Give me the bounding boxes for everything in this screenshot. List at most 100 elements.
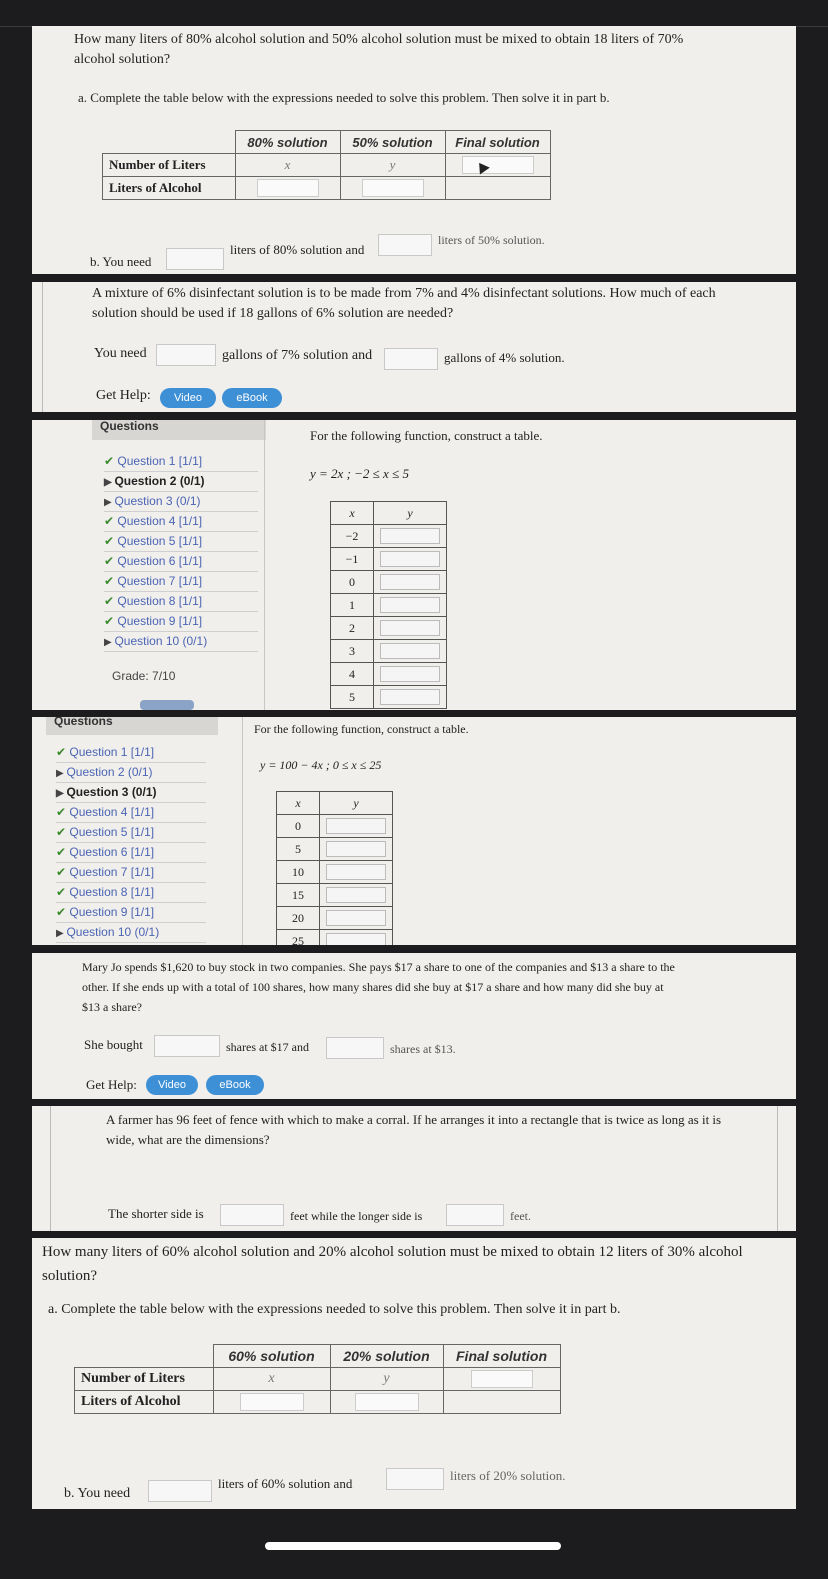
cell-x: x xyxy=(212,1367,331,1391)
answer-suffix: feet. xyxy=(510,1209,531,1223)
problem-panel-7: How many liters of 60% alcohol solution … xyxy=(32,1238,796,1509)
y-input[interactable] xyxy=(319,860,393,884)
y-input[interactable] xyxy=(373,662,447,686)
function-table: x y −2 −1 0 1 2 3 4 5 xyxy=(330,501,447,709)
question-label: Question 10 (0/1) xyxy=(114,634,208,648)
check-answer-button[interactable] xyxy=(140,700,194,710)
y-input[interactable] xyxy=(373,547,447,571)
y-input[interactable] xyxy=(373,685,447,709)
problem-panel-2: A mixture of 6% disinfectant solution is… xyxy=(32,282,796,412)
part-b-prefix: b. You need xyxy=(90,254,152,269)
y-input[interactable] xyxy=(373,570,447,594)
question-link[interactable]: ✔ Question 1 [1/1] xyxy=(104,452,258,472)
y-input[interactable] xyxy=(373,524,447,548)
question-link[interactable]: ✔ Question 9 [1/1] xyxy=(56,903,206,923)
question-link[interactable]: ✔ Question 7 [1/1] xyxy=(104,572,258,592)
table-row: 20 xyxy=(276,906,393,930)
check-icon: ✔ xyxy=(56,805,70,819)
cell-y: y xyxy=(339,153,446,177)
shares-17-input[interactable] xyxy=(154,1035,220,1057)
final-liters-input[interactable] xyxy=(442,1367,561,1391)
question-text: Mary Jo spends $1,620 to buy stock in tw… xyxy=(82,960,675,1014)
y-input[interactable] xyxy=(373,639,447,663)
home-indicator[interactable] xyxy=(265,1542,561,1550)
check-icon: ✔ xyxy=(104,534,118,548)
y-input[interactable] xyxy=(373,593,447,617)
y-input[interactable] xyxy=(319,814,393,838)
check-icon: ✔ xyxy=(104,514,118,528)
question-link[interactable]: ▶ Question 2 (0/1) xyxy=(56,763,206,783)
question-link[interactable]: ▶ Question 3 (0/1) xyxy=(104,492,258,512)
function-text: y = 2x ; −2 ≤ x ≤ 5 xyxy=(310,466,409,481)
question-link[interactable]: ✔ Question 4 [1/1] xyxy=(56,803,206,823)
alcohol-20-input[interactable] xyxy=(329,1390,444,1414)
question-text: A farmer has 96 feet of fence with which… xyxy=(106,1112,722,1147)
question-link[interactable]: ✔ Question 6 [1/1] xyxy=(104,552,258,572)
question-link[interactable]: ✔ Question 7 [1/1] xyxy=(56,863,206,883)
part-b-mid: liters of 60% solution and xyxy=(218,1476,353,1491)
liters-60-input[interactable] xyxy=(148,1480,212,1502)
arrow-icon: ▶ xyxy=(56,928,67,939)
video-button[interactable]: Video xyxy=(160,388,216,408)
question-link[interactable]: ▶ Question 10 (0/1) xyxy=(104,632,258,652)
y-input[interactable] xyxy=(319,929,393,945)
question-label: Question 3 (0/1) xyxy=(66,785,157,799)
question-link[interactable]: ✔ Question 9 [1/1] xyxy=(104,612,258,632)
answer-suffix: gallons of 4% solution. xyxy=(444,350,565,365)
question-label: Question 4 [1/1] xyxy=(69,805,155,819)
check-icon: ✔ xyxy=(56,825,70,839)
question-link[interactable]: ✔ Question 6 [1/1] xyxy=(56,843,206,863)
x-value: −2 xyxy=(330,524,374,548)
arrow-icon: ▶ xyxy=(104,497,115,508)
table-row: 0 xyxy=(276,814,393,838)
question-text: How many liters of 80% alcohol solution … xyxy=(74,32,684,67)
question-label: Question 8 [1/1] xyxy=(117,594,203,608)
liters-20-input[interactable] xyxy=(386,1468,444,1490)
question-link[interactable]: ▶ Question 3 (0/1) xyxy=(56,783,206,803)
liters-50-input[interactable] xyxy=(378,234,432,256)
y-input[interactable] xyxy=(319,883,393,907)
get-help-label: Get Help: xyxy=(86,1077,137,1092)
question-link[interactable]: ✔ Question 1 [1/1] xyxy=(56,743,206,763)
question-link[interactable]: ✔ Question 8 [1/1] xyxy=(104,592,258,612)
liters-80-input[interactable] xyxy=(166,248,224,270)
arrow-icon: ▶ xyxy=(104,637,115,648)
shares-13-input[interactable] xyxy=(326,1037,384,1059)
row-label-alcohol: Liters of Alcohol xyxy=(102,176,236,200)
video-button[interactable]: Video xyxy=(146,1075,198,1095)
divider xyxy=(264,420,265,710)
alcohol-50-input[interactable] xyxy=(339,176,446,200)
question-link[interactable]: ✔ Question 5 [1/1] xyxy=(56,823,206,843)
final-liters-input[interactable] xyxy=(444,153,551,177)
ebook-button[interactable]: eBook xyxy=(222,388,282,408)
question-link[interactable]: ✔ Question 4 [1/1] xyxy=(104,512,258,532)
answer-prefix: You need xyxy=(94,346,147,361)
answer-mid: feet while the longer side is xyxy=(290,1209,423,1223)
gallons-7-input[interactable] xyxy=(156,344,216,366)
question-label: Question 1 [1/1] xyxy=(69,745,155,759)
grade-label: Grade: 7/10 xyxy=(112,669,176,683)
alcohol-60-input[interactable] xyxy=(212,1390,331,1414)
ebook-button[interactable]: eBook xyxy=(206,1075,264,1095)
question-label: Question 8 [1/1] xyxy=(69,885,155,899)
shorter-side-input[interactable] xyxy=(220,1204,284,1226)
x-value: 15 xyxy=(276,883,320,907)
check-icon: ✔ xyxy=(104,574,118,588)
gallons-4-input[interactable] xyxy=(384,348,438,370)
check-icon: ✔ xyxy=(56,905,70,919)
question-link[interactable]: ▶ Question 10 (0/1) xyxy=(56,923,206,943)
x-value: 3 xyxy=(330,639,374,663)
question-label: Question 6 [1/1] xyxy=(69,845,155,859)
y-input[interactable] xyxy=(319,906,393,930)
table-row: 25 xyxy=(276,929,393,945)
y-input[interactable] xyxy=(319,837,393,861)
longer-side-input[interactable] xyxy=(446,1204,504,1226)
question-link[interactable]: ✔ Question 8 [1/1] xyxy=(56,883,206,903)
y-input[interactable] xyxy=(373,616,447,640)
problem-panel-5: Mary Jo spends $1,620 to buy stock in tw… xyxy=(32,953,796,1099)
question-link[interactable]: ▶ Question 2 (0/1) xyxy=(104,472,258,492)
alcohol-80-input[interactable] xyxy=(234,176,341,200)
x-value: 5 xyxy=(276,837,320,861)
question-link[interactable]: ✔ Question 5 [1/1] xyxy=(104,532,258,552)
function-table-panel-1: Questions ✔ Question 1 [1/1] ▶ Question 2… xyxy=(32,420,796,710)
